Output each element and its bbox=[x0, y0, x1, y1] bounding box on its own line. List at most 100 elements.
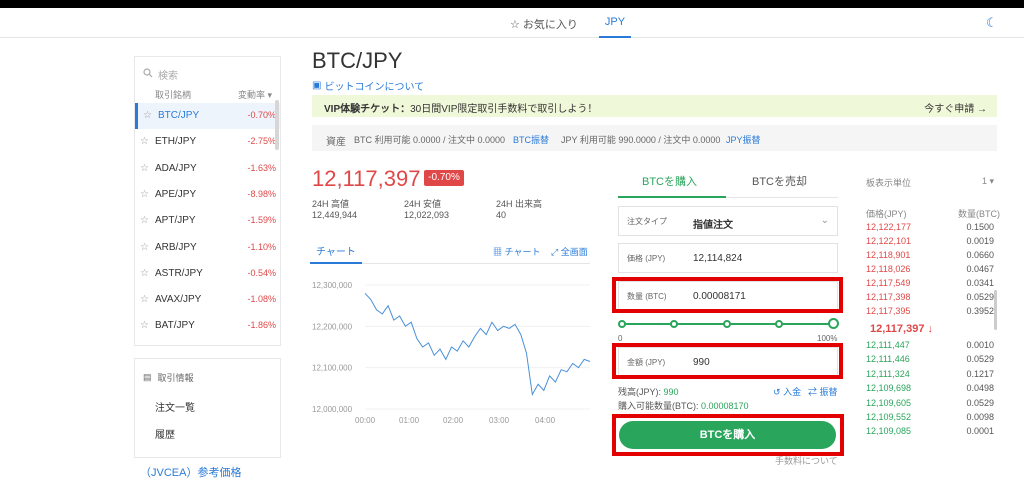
tab-sell[interactable]: BTCを売却 bbox=[752, 173, 807, 189]
theme-toggle-icon[interactable]: ☾ bbox=[986, 15, 998, 31]
bid-row[interactable]: 12,109,552 0.0098 bbox=[866, 412, 998, 426]
list-item[interactable]: ☆ BAT/JPY -1.86% bbox=[135, 313, 280, 339]
star-icon[interactable]: ☆ bbox=[140, 320, 149, 331]
star-icon: ☆ bbox=[510, 18, 520, 31]
price-chart[interactable]: 12,300,000 12,200,000 12,100,000 12,000,000… bbox=[305, 270, 595, 430]
ask-row[interactable]: 12,117,549 0.0341 bbox=[866, 278, 998, 292]
search-icon bbox=[143, 67, 153, 81]
jpy-transfer-link[interactable]: JPY振替 bbox=[726, 133, 761, 146]
bid-row[interactable]: 12,109,698 0.0498 bbox=[866, 383, 998, 397]
amount-slider[interactable] bbox=[618, 318, 839, 330]
x-tick-label: 00:00 bbox=[355, 416, 376, 425]
apply-now-link[interactable]: 今すぐ申請 → bbox=[924, 100, 987, 115]
top-bar bbox=[0, 0, 1024, 8]
stat-high-value: 12,449,944 bbox=[312, 210, 358, 220]
list-scrollbar[interactable] bbox=[275, 100, 279, 150]
deposit-link[interactable]: ↺ 入金 bbox=[773, 385, 801, 398]
highlight-buy-button bbox=[612, 414, 844, 456]
tab-jpy[interactable]: JPY bbox=[600, 16, 630, 28]
y-tick-label: 12,200,000 bbox=[312, 322, 353, 331]
orderbook-qty-header: 数量(BTC) bbox=[958, 209, 1000, 219]
bid-row[interactable]: 12,111,324 0.1217 bbox=[866, 369, 998, 383]
ask-row[interactable]: 12,122,101 0.0019 bbox=[866, 236, 998, 250]
x-tick-label: 01:00 bbox=[399, 416, 420, 425]
highlight-quantity bbox=[612, 277, 843, 313]
order-list-link[interactable]: 注文一覧 bbox=[155, 399, 195, 414]
list-item[interactable]: ☆ BTC/JPY -0.70% bbox=[135, 103, 280, 129]
ask-row[interactable]: 12,117,395 0.3952 bbox=[866, 306, 998, 320]
orderbook-scrollbar[interactable] bbox=[994, 290, 997, 330]
fee-link[interactable]: 手数料について bbox=[775, 454, 838, 467]
transfer-icon: ⇄ bbox=[808, 387, 818, 397]
star-icon[interactable]: ☆ bbox=[140, 163, 149, 174]
last-price: 12,117,397 bbox=[312, 166, 421, 191]
bid-row[interactable]: 12,109,605 0.0529 bbox=[866, 398, 998, 412]
top-nav: ☆ お気に入り JPY ☾ bbox=[0, 8, 1024, 38]
y-tick-label: 12,300,000 bbox=[312, 281, 353, 290]
search-input[interactable]: 検索 bbox=[141, 63, 274, 85]
stat-volume-label: 24H 出来高 bbox=[496, 199, 543, 209]
about-bitcoin-link[interactable]: ▣ ビットコインについて bbox=[312, 78, 424, 93]
ask-row[interactable]: 12,122,177 0.1500 bbox=[866, 222, 998, 236]
active-tab-underline bbox=[310, 262, 362, 264]
slider-handle bbox=[828, 318, 839, 329]
bid-row[interactable]: 12,111,447 0.0010 bbox=[866, 340, 998, 354]
star-icon[interactable]: ☆ bbox=[140, 136, 149, 147]
list-item[interactable]: ☆ AVAX/JPY -1.08% bbox=[135, 287, 280, 313]
book-icon: ▣ bbox=[312, 80, 322, 91]
max-buy: 購入可能数量(BTC): 0.00008170 bbox=[618, 401, 749, 411]
fullscreen-icon: ⤢ bbox=[551, 247, 559, 257]
transfer-link[interactable]: ⇄ 振替 bbox=[808, 385, 838, 398]
favorites-tab[interactable]: ☆ お気に入り bbox=[510, 16, 578, 32]
active-tab-underline bbox=[599, 36, 631, 38]
chart-type-link[interactable]: ▦ チャート bbox=[493, 245, 540, 258]
list-item[interactable]: ☆ ADA/JPY -1.63% bbox=[135, 156, 280, 182]
price-line bbox=[364, 292, 591, 397]
bid-row[interactable]: 12,111,446 0.0529 bbox=[866, 354, 998, 368]
list-item[interactable]: ☆ ASTR/JPY -0.54% bbox=[135, 261, 280, 287]
star-icon[interactable]: ☆ bbox=[140, 215, 149, 226]
star-icon[interactable]: ☆ bbox=[140, 189, 149, 200]
tab-buy[interactable]: BTCを購入 bbox=[642, 173, 697, 189]
star-icon[interactable]: ☆ bbox=[143, 110, 152, 121]
orderbook-unit-select[interactable]: 1 ▾ bbox=[982, 176, 994, 187]
ask-row[interactable]: 12,118,901 0.0660 bbox=[866, 250, 998, 264]
list-item[interactable]: ☆ APT/JPY -1.59% bbox=[135, 208, 280, 234]
x-tick-label: 02:00 bbox=[443, 416, 464, 425]
ask-row[interactable]: 12,117,398 0.0529 bbox=[866, 292, 998, 306]
bid-row[interactable]: 12,109,085 0.0001 bbox=[866, 426, 998, 440]
orderbook-price-header: 価格(JPY) bbox=[866, 209, 907, 219]
market-list: 検索 取引銘柄 変動率 ▾ ☆ BTC/JPY -0.70% ☆ ETH/JPY -2.7… bbox=[134, 56, 281, 346]
page-title: BTC/JPY bbox=[312, 48, 403, 73]
highlight-amount bbox=[612, 343, 843, 379]
trade-info-panel: ▤ 取引情報 注文一覧 履歴 bbox=[134, 358, 281, 458]
order-type-select[interactable]: 注文タイプ 指値注文 ⌄ bbox=[618, 206, 838, 236]
star-icon[interactable]: ☆ bbox=[140, 268, 149, 279]
deposit-icon: ↺ bbox=[773, 387, 781, 397]
change-badge: -0.70% bbox=[424, 170, 464, 186]
history-link[interactable]: 履歴 bbox=[155, 426, 175, 441]
list-item[interactable]: ☆ APE/JPY -8.98% bbox=[135, 182, 280, 208]
orderbook-unit-label: 板表示単位 bbox=[866, 178, 912, 188]
x-tick-label: 03:00 bbox=[489, 416, 510, 425]
chart-icon: ▦ bbox=[493, 247, 503, 257]
stat-high-label: 24H 高値 bbox=[312, 199, 350, 209]
tab-chart[interactable]: チャート bbox=[316, 243, 356, 258]
star-icon[interactable]: ☆ bbox=[140, 294, 149, 305]
stat-volume-value: 40 bbox=[496, 210, 507, 220]
active-order-tab-underline bbox=[618, 196, 726, 198]
chevron-down-icon: ⌄ bbox=[820, 215, 829, 226]
fullscreen-link[interactable]: ⤢ 全画面 bbox=[551, 245, 588, 258]
sort-change-header[interactable]: 変動率 ▾ bbox=[238, 88, 272, 101]
trade-info-header: ▤ 取引情報 bbox=[143, 372, 194, 383]
list-header: 取引銘柄 変動率 ▾ bbox=[155, 88, 272, 101]
btc-transfer-link[interactable]: BTC振替 bbox=[513, 133, 549, 146]
list-item[interactable]: ☆ ARB/JPY -1.10% bbox=[135, 235, 280, 261]
ask-row[interactable]: 12,118,026 0.0467 bbox=[866, 264, 998, 278]
list-item[interactable]: ☆ ETH/JPY -2.75% bbox=[135, 129, 280, 155]
jvcea-link[interactable]: （JVCEA）参考価格 bbox=[140, 464, 241, 480]
price-input[interactable]: 価格 (JPY) 12,114,824 bbox=[618, 243, 838, 273]
orderbook-mid-price: 12,117,397 ↓ bbox=[870, 323, 934, 335]
star-icon[interactable]: ☆ bbox=[140, 242, 149, 253]
stat-low-label: 24H 安値 bbox=[404, 199, 442, 209]
